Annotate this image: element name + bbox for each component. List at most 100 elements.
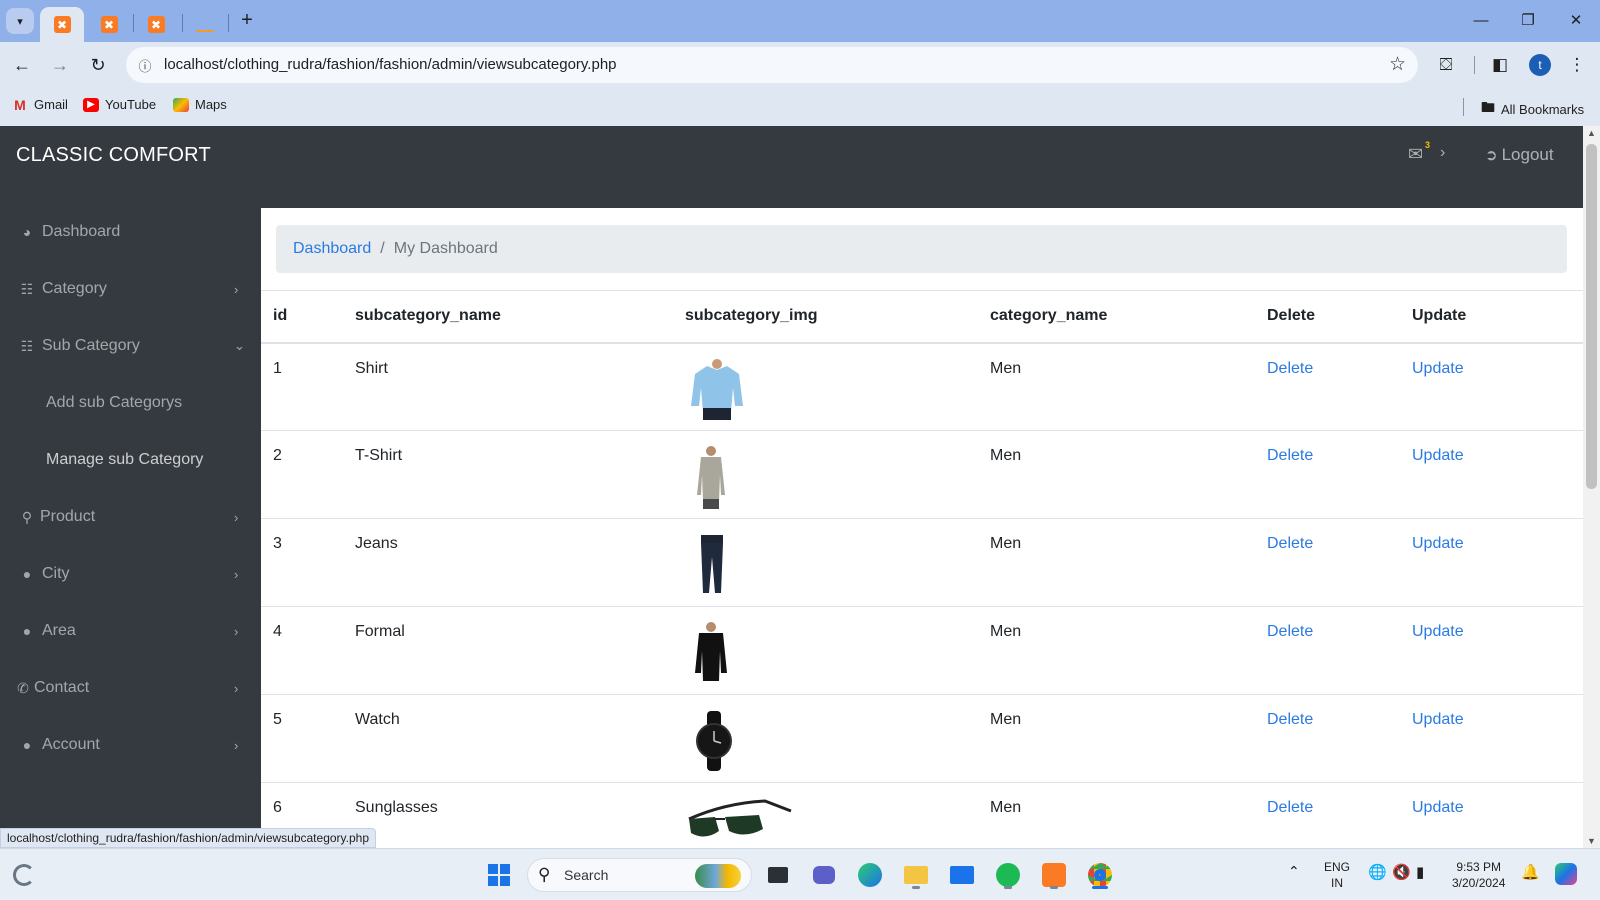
update-link[interactable]: Update [1412,447,1464,464]
web-page: CLASSIC COMFORT ✉ 3 › ➲ Logout ◕ Dashboa… [0,126,1583,848]
bookmark-maps[interactable]: Maps [173,97,227,112]
update-link[interactable]: Update [1412,799,1464,816]
sidebar-item-sub-category[interactable]: ☷ Sub Category ⌄ [0,326,261,366]
bookmark-label: Maps [195,97,227,112]
reload-icon[interactable]: ↻ [84,51,112,79]
cell-id: 2 [261,430,343,519]
update-link[interactable]: Update [1412,711,1464,728]
xampp-icon: ✖ [147,16,165,33]
bookmark-star-icon[interactable]: ☆ [1389,53,1406,76]
logout-link[interactable]: ➲ Logout [1485,145,1554,165]
column-header-subcategory-name: subcategory_name [343,290,673,344]
browser-tab-2[interactable]: ✖ [87,7,131,42]
browser-tab-1[interactable]: ✖ [40,7,84,42]
tab-separator [228,14,229,32]
xampp-taskbar-icon[interactable] [1038,859,1070,891]
sign-out-icon: ➲ [1485,147,1498,164]
scroll-down-icon[interactable]: ▼ [1587,836,1596,846]
scrollbar-thumb[interactable] [1586,144,1597,489]
chevron-right-icon: › [234,623,239,639]
side-panel-icon[interactable]: ◧ [1487,52,1513,78]
tshirt-image [697,446,725,509]
sidebar-item-category[interactable]: ☷ Category › [0,269,261,309]
menu-kebab-icon[interactable]: ⋮ [1564,52,1590,78]
mail-count-badge: 3 [1425,140,1431,150]
update-link[interactable]: Update [1412,535,1464,552]
folder-icon: 🖿 [1481,99,1495,115]
sidebar-item-area[interactable]: ● Area › [0,611,261,651]
sidebar-item-add-sub-categorys[interactable]: Add sub Categorys [0,383,261,423]
chevron-down-icon: ⌄ [234,338,245,353]
back-icon[interactable]: ← [8,51,36,79]
page-scrollbar[interactable]: ▲ ▼ [1583,126,1600,848]
bookmark-gmail[interactable]: M Gmail [12,97,68,113]
breadcrumb-link-dashboard[interactable]: Dashboard [293,240,371,258]
brand-title[interactable]: CLASSIC COMFORT [16,144,211,167]
clock[interactable]: 9:53 PM 3/20/2024 [1452,859,1505,891]
taskbar-search-box[interactable]: ⚲ Search [527,858,752,892]
forward-icon[interactable]: → [46,51,74,79]
language-indicator[interactable]: ENG IN [1324,859,1350,891]
taskbar-search-label: Search [564,867,609,883]
tab-search-chevron-icon[interactable]: ▾ [6,8,34,34]
volume-muted-icon[interactable]: 🔇 [1392,865,1411,881]
sidebar-item-manage-sub-category[interactable]: Manage sub Category [0,440,261,480]
site-info-icon[interactable]: ⓘ [134,54,156,76]
sidebar-item-contact[interactable]: ✆ Contact › [0,668,261,708]
mail-icon[interactable] [946,859,978,891]
new-tab-icon[interactable]: + [236,9,258,31]
cell-id: 3 [261,518,343,607]
delete-link[interactable]: Delete [1267,535,1313,552]
browser-tab-3[interactable]: ✖ [134,7,178,42]
notifications-bell-icon[interactable]: 🔔 [1521,865,1540,881]
phone-icon: ✆ [17,679,29,696]
spotify-icon[interactable] [992,859,1024,891]
sidebar-item-product[interactable]: ⚲ Product › [0,497,261,537]
column-header-update: Update [1400,290,1583,344]
cell-subcategory-name: T-Shirt [343,430,673,519]
delete-link[interactable]: Delete [1267,447,1313,464]
delete-link[interactable]: Delete [1267,711,1313,728]
widgets-icon[interactable] [8,859,40,891]
user-icon: ● [22,623,32,639]
teams-chat-icon[interactable] [808,859,840,891]
task-view-icon[interactable] [762,859,794,891]
chrome-taskbar-icon[interactable] [1084,859,1116,891]
sidebar-item-dashboard[interactable]: ◕ Dashboard [0,212,261,252]
scroll-up-icon[interactable]: ▲ [1587,128,1596,138]
delete-link[interactable]: Delete [1267,623,1313,640]
cell-subcategory-img [673,782,978,848]
xampp-icon: ✖ [100,16,118,33]
battery-icon[interactable]: ▮ [1416,865,1424,881]
sidebar-item-city[interactable]: ● City › [0,554,261,594]
url-text[interactable]: localhost/clothing_rudra/fashion/fashion… [164,56,617,73]
bookmark-youtube[interactable]: ▶ YouTube [83,97,156,112]
extensions-icon[interactable]: ⛋ [1433,52,1459,78]
restore-icon[interactable]: ❐ [1508,8,1548,32]
show-hidden-icons-chevron-icon[interactable]: ⌃ [1288,863,1300,879]
update-link[interactable]: Update [1412,360,1464,377]
file-explorer-icon[interactable] [900,859,932,891]
address-bar[interactable]: ⓘ localhost/clothing_rudra/fashion/fashi… [126,47,1418,83]
edge-icon[interactable] [854,859,886,891]
phpmyadmin-icon [196,18,214,32]
sidebar-item-account[interactable]: ● Account › [0,725,261,765]
cell-subcategory-img [673,518,978,607]
chevron-right-icon: › [234,566,239,582]
sidebar-item-label: City [42,565,70,582]
minimize-icon[interactable]: — [1461,8,1501,32]
all-bookmarks[interactable]: 🖿 All Bookmarks [1481,97,1584,121]
copilot-icon[interactable] [1555,863,1577,885]
delete-link[interactable]: Delete [1267,360,1313,377]
network-globe-icon[interactable]: 🌐 [1368,865,1387,881]
update-link[interactable]: Update [1412,623,1464,640]
close-window-icon[interactable]: ✕ [1556,8,1596,32]
profile-avatar[interactable]: t [1529,54,1551,76]
basket-icon: ⚲ [21,508,33,525]
cell-id: 4 [261,606,343,695]
windows-start-icon[interactable] [483,859,515,891]
browser-tab-4[interactable] [183,7,227,42]
chevron-right-icon[interactable]: › [1440,144,1445,162]
delete-link[interactable]: Delete [1267,799,1313,816]
bookmarks-bar: M Gmail ▶ YouTube Maps 🖿 All Bookmarks [0,88,1600,126]
